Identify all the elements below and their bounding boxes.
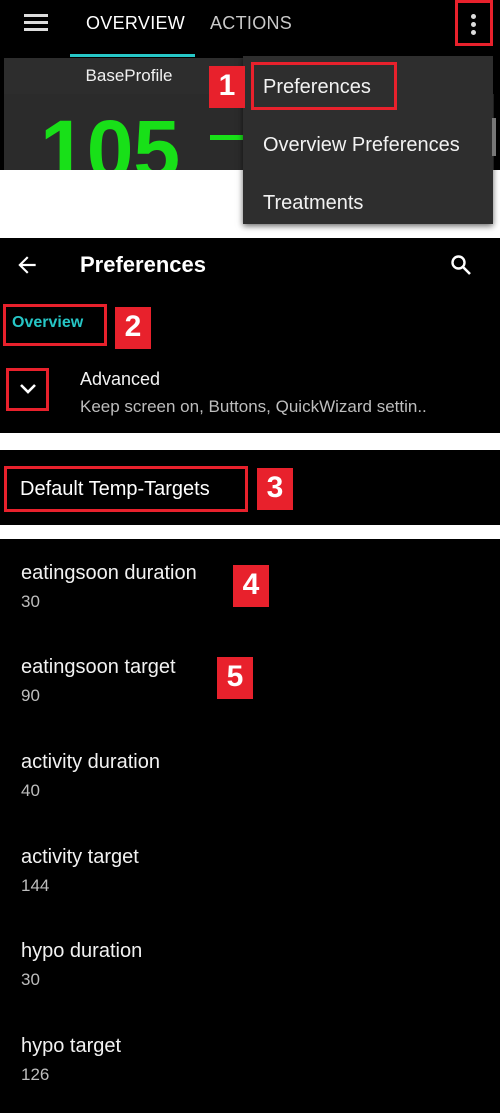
tab-overview[interactable]: OVERVIEW [86,13,185,34]
step-number-3: 3 [257,468,293,510]
item-value: 126 [21,1065,50,1084]
item-value: 30 [21,592,40,611]
advanced-title[interactable]: Advanced [80,369,160,390]
list-item[interactable]: hypo target 126 [21,1035,121,1085]
menu-item-treatments[interactable]: Treatments [263,192,363,215]
step-number-1: 1 [209,66,245,108]
item-label: activity duration [21,751,160,773]
page-title: Preferences [80,252,206,277]
advanced-summary: Keep screen on, Buttons, QuickWizard set… [80,397,427,416]
step-number-4: 4 [233,565,269,607]
item-label: activity target [21,846,139,868]
item-value: 30 [21,970,40,989]
list-item[interactable]: activity duration 40 [21,751,160,801]
highlight-box-preferences [251,62,397,110]
trend-arrow-icon [210,135,244,140]
back-arrow-icon[interactable] [14,252,40,278]
step-number-2: 2 [115,307,151,349]
list-item[interactable]: eatingsoon target 90 [21,656,176,706]
item-label: hypo duration [21,940,143,962]
item-label: eatingsoon target [21,656,176,678]
bg-value: 105 [40,103,181,170]
tab-indicator [70,54,195,57]
item-value: 40 [21,781,40,800]
list-item[interactable]: hypo duration 30 [21,940,142,990]
preferences-screen: Preferences Overview 2 Advanced Keep scr… [0,238,500,433]
tab-actions[interactable]: ACTIONS [210,13,292,34]
item-label: hypo target [21,1035,122,1057]
menu-scrollbar [492,118,496,156]
step-number-5: 5 [217,657,253,699]
temp-targets-list: eatingsoon duration 30 eatingsoon target… [0,539,500,1113]
highlight-box-temp-targets [4,466,248,512]
temp-targets-header-panel: Default Temp-Targets 3 [0,450,500,525]
menu-icon[interactable] [24,14,48,32]
highlight-box-more [455,0,493,46]
list-item[interactable]: eatingsoon duration 30 [21,562,197,612]
search-icon[interactable] [449,253,473,277]
menu-item-overview-preferences[interactable]: Overview Preferences [263,134,460,157]
list-item[interactable]: activity target 144 [21,846,139,896]
highlight-box-expand [6,368,49,411]
item-value: 144 [21,876,50,895]
item-value: 90 [21,686,40,705]
highlight-box-overview [3,304,107,346]
item-label: eatingsoon duration [21,562,197,584]
